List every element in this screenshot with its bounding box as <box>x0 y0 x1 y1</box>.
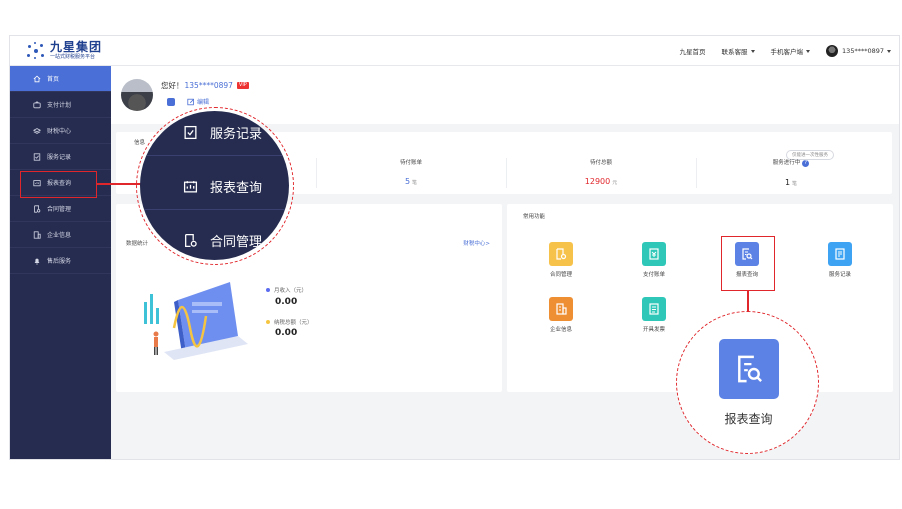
contract-icon <box>549 242 573 266</box>
chevron-down-icon <box>806 49 811 53</box>
stat-pending-bills[interactable]: 待付账单 5笔 <box>316 158 506 186</box>
brand-logo[interactable]: 九星集团 一站式财税服务平台 <box>26 41 102 61</box>
payment-icon <box>32 100 41 109</box>
avatar <box>826 45 839 57</box>
building-icon <box>32 230 41 239</box>
sidebar-item-after-sales[interactable]: 售后服务 <box>10 248 111 274</box>
sidebar-item-home[interactable]: 首页 <box>10 66 111 92</box>
header-nav: 九星首页 联系客服 手机客户端 135****0897 <box>664 36 891 66</box>
layers-icon <box>32 126 41 135</box>
func-pay-bill[interactable]: 支付账单 <box>624 242 684 278</box>
building-icon <box>549 297 573 321</box>
legend-tax-total: 纳税总额（元） <box>266 318 313 326</box>
zoom-report-label: 报表查询 <box>724 412 773 426</box>
avatar[interactable] <box>121 79 153 111</box>
sidebar: 首页 支付计划 财税中心 服务记录 报表查询 合同管理 企业信息 售后服务 <box>10 66 111 459</box>
func-issue-invoice[interactable]: 开具发票 <box>624 297 684 333</box>
vip-badge: VIP <box>236 82 249 89</box>
logo-title: 九星集团 <box>50 40 103 54</box>
zoom-callout-sidebar: 服务记录 报表查询 合同管理 <box>136 107 294 265</box>
greeting: 您好！ 135****0897 VIP <box>161 81 249 90</box>
bill-icon <box>642 242 666 266</box>
invoice-icon <box>642 297 666 321</box>
func-service-record[interactable]: 服务记录 <box>810 242 870 278</box>
chevron-down-icon <box>887 49 891 53</box>
home-icon <box>32 74 41 83</box>
sidebar-item-company-info[interactable]: 企业信息 <box>10 222 111 248</box>
zoom-item-report-query: 报表查询 <box>140 177 289 196</box>
highlight-func-report <box>721 236 775 291</box>
checklist-icon <box>32 152 41 161</box>
report-icon <box>183 181 198 193</box>
highlight-sidebar-report <box>20 171 97 198</box>
logo-subtitle: 一站式财税服务平台 <box>50 54 96 60</box>
contract-icon <box>32 204 41 213</box>
edit-icon[interactable] <box>187 98 195 106</box>
sidebar-item-contract[interactable]: 合同管理 <box>10 196 111 222</box>
service-record-icon <box>828 242 852 266</box>
nav-home-link[interactable]: 九星首页 <box>680 46 706 56</box>
bell-icon <box>32 256 41 265</box>
tax-center-link[interactable]: 财税中心> <box>463 239 490 247</box>
help-icon[interactable]: ? <box>802 160 810 167</box>
top-header: 九星集团 一站式财税服务平台 九星首页 联系客服 手机客户端 135****08… <box>10 36 899 66</box>
func-contract[interactable]: 合同管理 <box>531 242 591 278</box>
zoom-item-contract: 合同管理 <box>140 231 289 250</box>
star-logo-icon <box>26 42 46 60</box>
chevron-down-icon <box>750 49 755 53</box>
nav-customer-service[interactable]: 联系客服 <box>722 46 755 56</box>
phone-icon[interactable] <box>167 97 175 106</box>
stat-pending-total[interactable]: 待付总额 12900 元 <box>506 158 696 186</box>
sidebar-item-tax-center[interactable]: 财税中心 <box>10 118 111 144</box>
func-company-info[interactable]: 企业信息 <box>531 297 591 333</box>
nav-mobile-client[interactable]: 手机客户端 <box>771 46 811 56</box>
zoom-item-service-record: 服务记录 <box>140 123 289 142</box>
sidebar-item-payment-plan[interactable]: 支付计划 <box>10 92 111 118</box>
checklist-icon <box>184 125 197 140</box>
contract-icon <box>185 233 197 248</box>
report-search-icon <box>719 339 779 399</box>
tax-total-value: 0.00 <box>275 328 298 338</box>
data-illustration <box>144 282 248 360</box>
user-phone: 135****0897 <box>184 81 233 90</box>
stat-services-in-progress[interactable]: 服务进行中? 1笔 <box>696 158 886 187</box>
functions-title: 常用功能 <box>523 214 546 220</box>
sidebar-item-service-record[interactable]: 服务记录 <box>10 144 111 170</box>
user-menu[interactable]: 135****0897 <box>826 45 891 57</box>
edit-link[interactable]: 编辑 <box>197 97 209 106</box>
monthly-income-value: 0.00 <box>275 297 298 307</box>
zoom-callout-report: 报表查询 <box>676 311 819 454</box>
legend-monthly-income: 月收入（元） <box>266 286 307 294</box>
